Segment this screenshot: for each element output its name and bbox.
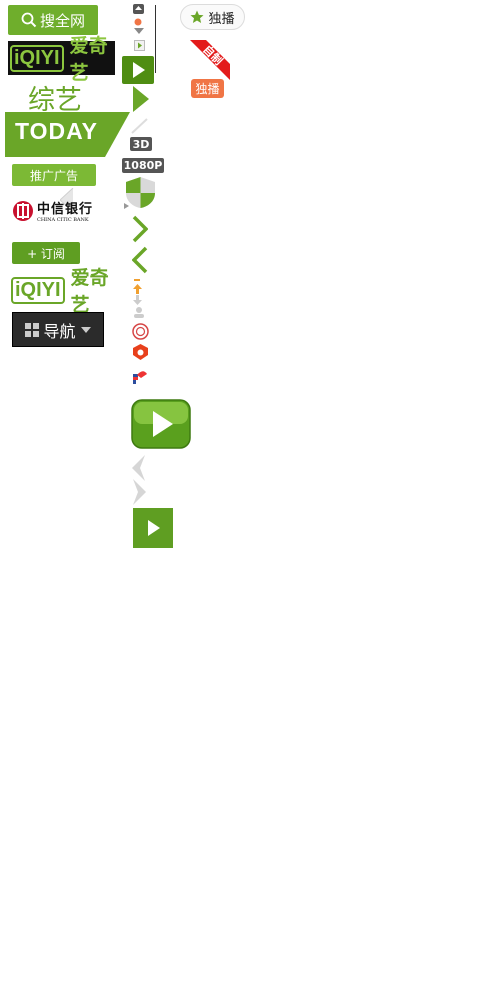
iqiyi-logo-dark[interactable]: iQIYI 爱奇艺: [8, 35, 115, 84]
chevron-down-small-icon: [134, 28, 144, 34]
sponsor-name-en: CHINA CITIC BANK: [37, 217, 89, 223]
iqiyi-name: 爱奇艺: [69, 35, 108, 84]
nav-menu-button[interactable]: 导航: [12, 312, 104, 347]
arrow-down-gray-icon: [133, 295, 142, 305]
arrow-up-orange-icon: [133, 284, 142, 294]
self-made-ribbon: 自制: [190, 40, 230, 80]
badge-1080p: 1080P: [122, 158, 164, 173]
play-big-icon[interactable]: [131, 399, 191, 449]
exclusive-label: 独播: [208, 11, 235, 27]
promo-ad-button[interactable]: 推广广告: [12, 164, 96, 186]
search-all-label: 搜全网: [39, 11, 85, 30]
tiny-arrow-icon: [124, 203, 129, 209]
divider-line: [155, 5, 156, 73]
upload-icon: [133, 4, 144, 14]
chevron-left-icon[interactable]: [132, 246, 148, 274]
nav-label: 导航: [43, 321, 76, 341]
caret-down-icon: [80, 326, 91, 333]
play-arrow-green-icon: [133, 86, 149, 112]
play-small-icon[interactable]: [134, 40, 145, 51]
shield-icon: [126, 177, 155, 208]
dash-icon: [134, 279, 140, 281]
play-square-icon[interactable]: [122, 56, 154, 84]
iqiyi-mark-light: iQIYI: [11, 276, 65, 304]
today-banner: TODAY: [5, 112, 130, 157]
play-button-icon[interactable]: [133, 508, 173, 548]
iqiyi-mark: iQIYI: [10, 44, 64, 72]
fire-badge-icon: [133, 344, 148, 360]
grid-icon: [25, 322, 40, 337]
iqiyi-logo-light[interactable]: iQIYI 爱奇艺: [11, 267, 122, 316]
sponsor-name-cn: 中信银行: [37, 202, 94, 217]
citic-emblem-icon: [13, 200, 33, 221]
flag-pointer-icon: [133, 371, 147, 384]
sponsor-logo[interactable]: 中信银行 CHINA CITIC BANK: [12, 198, 93, 223]
badge-3d: 3D: [130, 137, 152, 151]
arrow-left-gray-icon[interactable]: [132, 455, 146, 481]
exclusive-badge: 独播: [180, 4, 245, 30]
arrow-right-gray-icon[interactable]: [132, 479, 146, 505]
stamp-badge-icon: [132, 323, 149, 340]
user-icon: [134, 307, 144, 318]
chevron-right-icon[interactable]: [132, 215, 148, 243]
iqiyi-name-light: 爱奇艺: [70, 267, 109, 316]
today-label: TODAY: [15, 118, 98, 144]
subscribe-button[interactable]: + 订阅: [12, 242, 80, 264]
dot-icon: [134, 18, 142, 26]
exclusive-tag: 独播: [191, 79, 224, 98]
search-icon: [21, 12, 37, 28]
star-icon: [190, 10, 204, 23]
triangle-corner-icon: [131, 118, 148, 134]
